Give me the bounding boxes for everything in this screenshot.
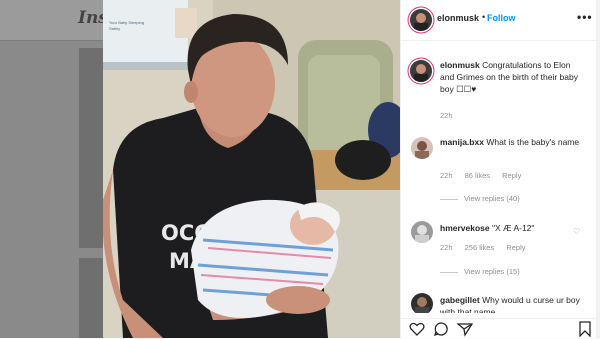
view-replies-label: View replies (15) — [464, 267, 520, 276]
background-post-tile — [79, 48, 103, 248]
comment-meta: 22h 86 likes Reply — [440, 171, 531, 180]
comment-username[interactable]: gabegillet — [440, 295, 480, 305]
comment-reply-button[interactable]: Reply — [506, 243, 525, 252]
post-side-panel: elonmusk • Follow ••• elonmusk Congratul… — [400, 0, 600, 338]
caption-avatar[interactable] — [410, 60, 432, 82]
comment-meta: 22h 256 likes Reply — [440, 243, 536, 252]
caption-text: elonmusk Congratulations to Elon and Gri… — [440, 59, 580, 95]
post-header: elonmusk • Follow ••• — [401, 0, 600, 41]
like-comment-heart-icon[interactable]: ♡ — [573, 141, 580, 150]
caption-meta: 22h — [440, 111, 463, 120]
comment-likes[interactable]: 256 likes — [465, 243, 495, 252]
header-avatar[interactable] — [410, 9, 432, 31]
like-heart-icon[interactable] — [409, 321, 425, 337]
comment-text: gabegillet Why would u curse ur boy with… — [440, 294, 580, 313]
comment-text: hmervekose "X Æ A-12" — [440, 222, 580, 234]
post-actions-bar — [401, 318, 600, 339]
more-options-icon[interactable]: ••• — [577, 10, 593, 24]
comment-body: What is the baby's name — [486, 137, 580, 147]
comment-avatar[interactable] — [411, 221, 433, 243]
comment-likes[interactable]: 86 likes — [465, 171, 490, 180]
header-separator: • — [482, 12, 486, 22]
post-photo[interactable]: Your Baby Sleeping Safely OCCUPY MARS — [103, 0, 400, 338]
comment-body: "X Æ A-12" — [492, 223, 535, 233]
view-replies-button[interactable]: View replies (40) — [440, 194, 520, 203]
post-photo-image: Your Baby Sleeping Safely OCCUPY MARS — [103, 0, 400, 338]
header-username[interactable]: elonmusk — [437, 13, 479, 23]
poster-text-1: Your Baby Sleeping — [109, 20, 144, 25]
comment-text: manija.bxx What is the baby's name — [440, 136, 580, 148]
comment-username[interactable]: hmervekose — [440, 223, 490, 233]
view-replies-label: View replies (40) — [464, 194, 520, 203]
caption-username[interactable]: elonmusk — [440, 60, 480, 70]
poster-text-2: Safely — [109, 26, 120, 31]
view-replies-button[interactable]: View replies (15) — [440, 267, 520, 276]
follow-button[interactable]: Follow — [487, 13, 516, 23]
comment-username[interactable]: manija.bxx — [440, 137, 484, 147]
caption-time: 22h — [440, 111, 453, 120]
comment-time: 22h — [440, 243, 453, 252]
comment-time: 22h — [440, 171, 453, 180]
comment-avatar[interactable] — [411, 293, 433, 313]
comment-reply-button[interactable]: Reply — [502, 171, 521, 180]
background-post-tile — [79, 258, 103, 338]
comment-bubble-icon[interactable] — [433, 321, 449, 337]
comments-list[interactable]: elonmusk Congratulations to Elon and Gri… — [401, 41, 600, 313]
save-bookmark-icon[interactable] — [577, 321, 593, 337]
comment-avatar[interactable] — [411, 137, 433, 159]
share-paper-plane-icon[interactable] — [457, 321, 473, 337]
page-scrollbar[interactable] — [596, 0, 600, 338]
like-comment-heart-icon[interactable]: ♡ — [573, 227, 580, 236]
